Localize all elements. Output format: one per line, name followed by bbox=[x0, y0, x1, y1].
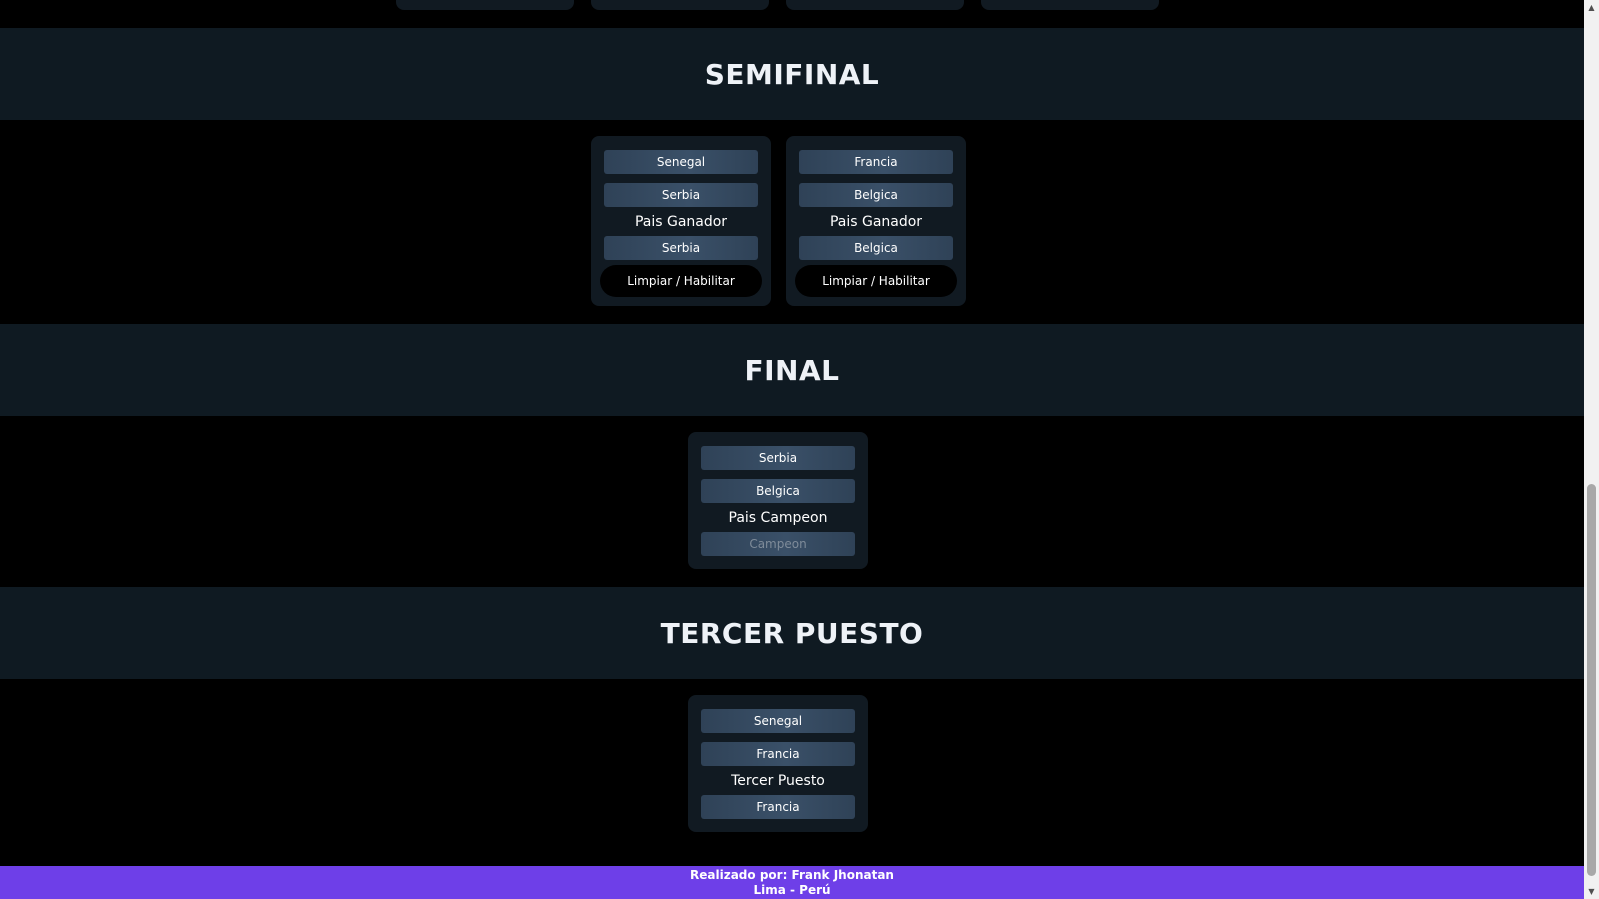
semifinal-match-card-2: Francia Belgica Pais Ganador Belgica Lim… bbox=[786, 136, 966, 306]
tercer-puesto-winner-field[interactable]: Francia bbox=[701, 795, 855, 819]
partial-card bbox=[396, 0, 574, 10]
semifinal-header: SEMIFINAL bbox=[0, 28, 1584, 120]
semifinal-1-reset-button[interactable]: Limpiar / Habilitar bbox=[600, 265, 762, 297]
partial-card bbox=[786, 0, 964, 10]
final-result-label: Pais Campeon bbox=[728, 510, 828, 526]
semifinal-1-result-label: Pais Ganador bbox=[634, 214, 728, 230]
semifinal-1-team-b-button[interactable]: Serbia bbox=[604, 183, 758, 207]
semifinal-2-team-a-button[interactable]: Francia bbox=[799, 150, 953, 174]
final-title: FINAL bbox=[744, 353, 840, 387]
final-match-card: Serbia Belgica Pais Campeon Campeon bbox=[688, 432, 868, 569]
semifinal-2-team-b-button[interactable]: Belgica bbox=[799, 183, 953, 207]
previous-round-cards-partial bbox=[0, 0, 1584, 28]
footer-location: Lima - Perú bbox=[753, 883, 831, 897]
triangle-up-icon[interactable]: ▲ bbox=[1584, 0, 1599, 15]
semifinal-1-winner-field[interactable]: Serbia bbox=[604, 236, 758, 260]
tercer-puesto-title: TERCER PUESTO bbox=[660, 616, 924, 650]
final-team-a-button[interactable]: Serbia bbox=[701, 446, 855, 470]
semifinal-match-card-1: Senegal Serbia Pais Ganador Serbia Limpi… bbox=[591, 136, 771, 306]
scrollbar-thumb[interactable] bbox=[1587, 484, 1596, 876]
tercer-puesto-header: TERCER PUESTO bbox=[0, 587, 1584, 679]
semifinal-2-winner-field[interactable]: Belgica bbox=[799, 236, 953, 260]
final-header: FINAL bbox=[0, 324, 1584, 416]
semifinal-1-team-a-button[interactable]: Senegal bbox=[604, 150, 758, 174]
footer: Realizado por: Frank Jhonatan Lima - Per… bbox=[0, 866, 1584, 899]
page: SEMIFINAL Senegal Serbia Pais Ganador Se… bbox=[0, 0, 1584, 899]
vertical-scrollbar[interactable]: ▲ ▼ bbox=[1584, 0, 1599, 899]
partial-card bbox=[981, 0, 1159, 10]
semifinal-2-reset-button[interactable]: Limpiar / Habilitar bbox=[795, 265, 957, 297]
tercer-puesto-team-b-button[interactable]: Francia bbox=[701, 742, 855, 766]
tercer-puesto-match-card: Senegal Francia Tercer Puesto Francia bbox=[688, 695, 868, 832]
semifinal-2-result-label: Pais Ganador bbox=[829, 214, 923, 230]
tercer-puesto-team-a-button[interactable]: Senegal bbox=[701, 709, 855, 733]
triangle-down-icon[interactable]: ▼ bbox=[1584, 884, 1599, 899]
final-champion-field[interactable]: Campeon bbox=[701, 532, 855, 556]
final-team-b-button[interactable]: Belgica bbox=[701, 479, 855, 503]
footer-credit: Realizado por: Frank Jhonatan bbox=[690, 868, 894, 882]
semifinal-title: SEMIFINAL bbox=[704, 57, 880, 91]
partial-card bbox=[591, 0, 769, 10]
tercer-puesto-result-label: Tercer Puesto bbox=[731, 773, 825, 789]
